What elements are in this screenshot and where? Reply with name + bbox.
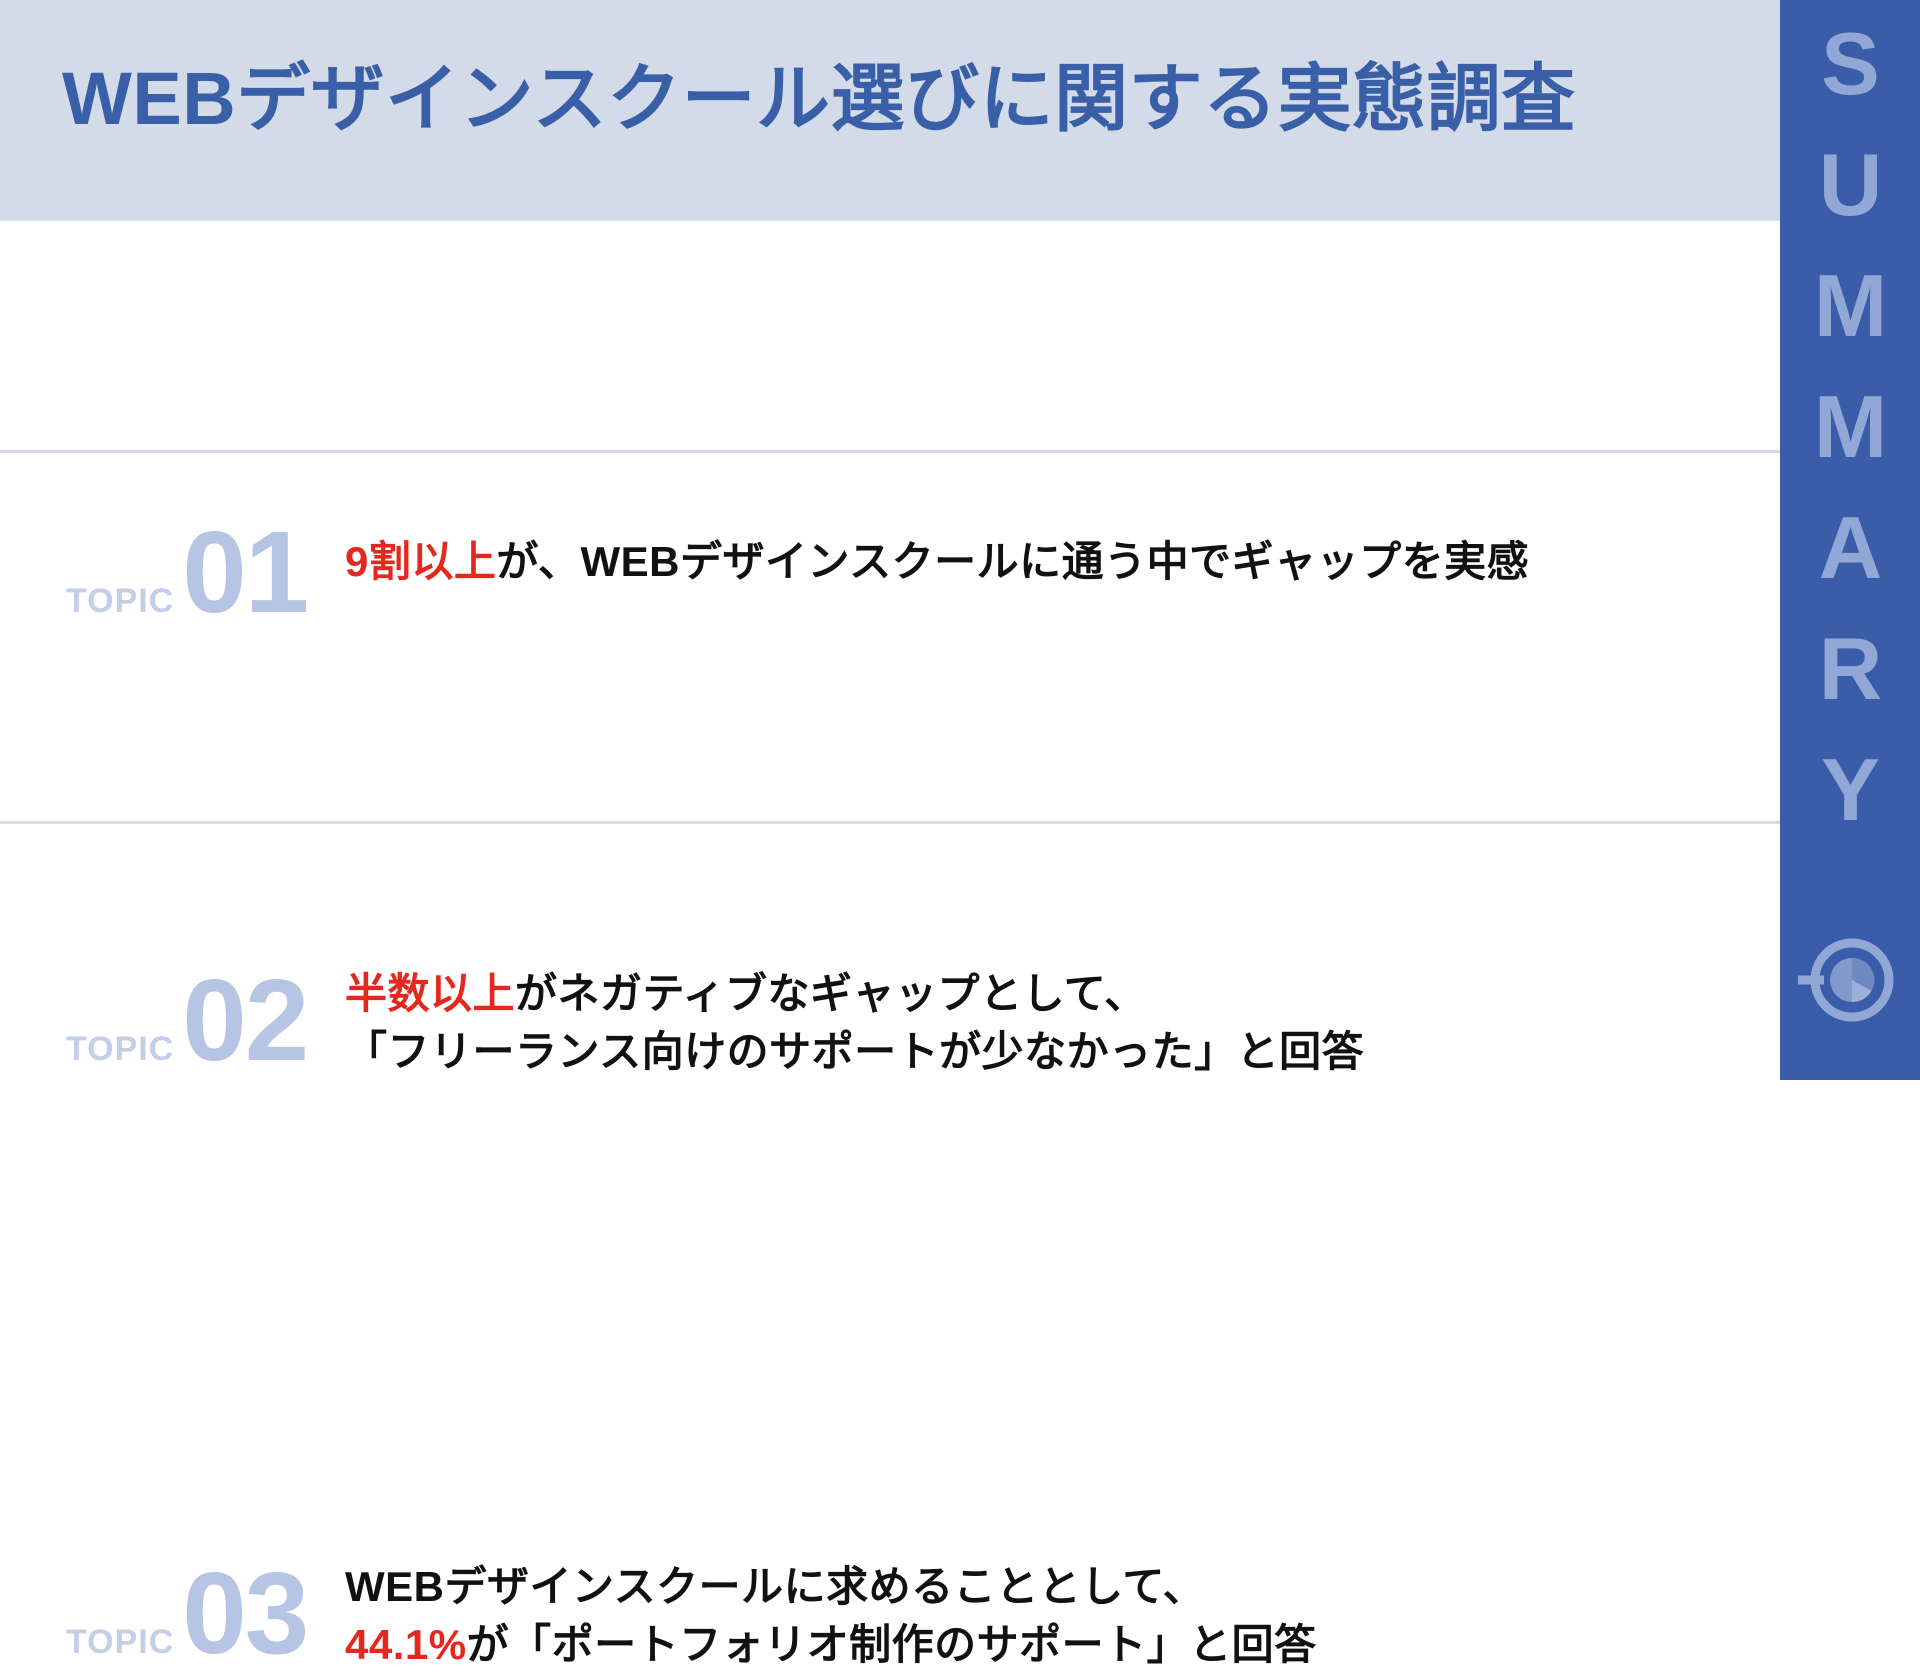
sidebar-summary-label: SUMMARY xyxy=(1801,14,1900,861)
topic-text-03-2: が「ポートフォリオ制作のサポート」と回答 xyxy=(466,1620,1317,1668)
topic-row-03: TOPIC 03 WEBデザインスクールに求めることとして、 44.1%が「ポー… xyxy=(0,824,1780,1671)
topic-highlight-03-2: 44.1% xyxy=(345,1620,467,1668)
topic-text-03-1: WEBデザインスクールに求めることとして、 xyxy=(345,1563,1206,1610)
topic-number-03: 03 xyxy=(182,1548,309,1678)
sidebar: SUMMARY xyxy=(1780,0,1920,1080)
slide-root: WEBデザインスクール選びに関する実態調査 TOPIC 01 9割以上が、WEB… xyxy=(0,0,1920,1671)
header-band: WEBデザインスクール選びに関する実態調査 xyxy=(0,0,1780,221)
page-title: WEBデザインスクール選びに関する実態調査 xyxy=(62,57,1576,140)
circular-pie-logo-icon xyxy=(1798,938,1894,1022)
topic-body-03: WEBデザインスクールに求めることとして、 44.1%が「ポートフォリオ制作のサ… xyxy=(345,1558,1317,1674)
topic-row-01: TOPIC 01 9割以上が、WEBデザインスクールに通う中でギャップを実感 xyxy=(0,225,1780,630)
topic-row-02: TOPIC 02 半数以上がネガティブなギャップとして、 「フリーランス向けのサ… xyxy=(0,453,1780,1078)
topic-marker-03: TOPIC 03 xyxy=(66,1548,309,1678)
topic-line-03-2: 44.1%が「ポートフォリオ制作のサポート」と回答 xyxy=(345,1616,1317,1674)
topic-line-03-1: WEBデザインスクールに求めることとして、 xyxy=(345,1558,1317,1616)
topic-label-03: TOPIC xyxy=(66,1623,175,1661)
